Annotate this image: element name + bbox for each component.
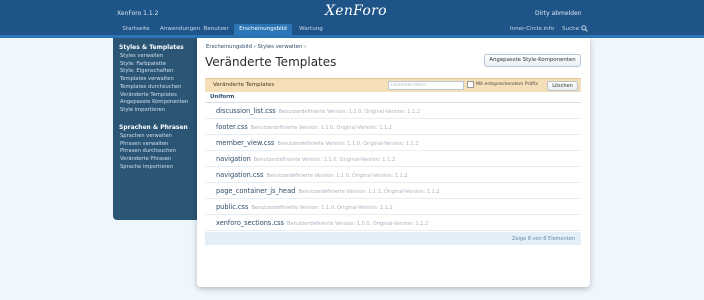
clear-button[interactable]: Löschen: [547, 81, 578, 91]
template-row[interactable]: member_view.css Benutzerdefinierte Versio…: [205, 135, 581, 151]
template-link[interactable]: navigation.css Benutzerdefinierte Version…: [216, 171, 408, 179]
template-name: member_view.css: [216, 139, 275, 147]
template-link[interactable]: page_container_js_head Benutzerdefinierte…: [216, 187, 440, 195]
tab-benutzer[interactable]: Benutzer: [198, 24, 234, 35]
template-row[interactable]: discussion_list.css Benutzerdefinierte Ve…: [205, 103, 581, 119]
sidebar-item-sprachen-verwalten[interactable]: Sprachen verwalten: [120, 133, 172, 141]
template-row[interactable]: navigation.css Benutzerdefinierte Version…: [205, 167, 581, 183]
prefix-checkbox[interactable]: [467, 81, 474, 88]
search-icon: [581, 25, 589, 32]
template-link[interactable]: member_view.css Benutzerdefinierte Versio…: [216, 139, 419, 147]
filter-input[interactable]: [388, 81, 464, 90]
template-name: navigation: [216, 155, 251, 163]
custom-components-button[interactable]: Angepasste Style-Komponenten: [484, 54, 581, 67]
template-name: page_container_js_head: [216, 187, 296, 195]
sidebar-item-phrasen-durchsuchen[interactable]: Phrasen durchsuchen: [120, 148, 176, 156]
xenforo-logo[interactable]: XenForo: [325, 3, 387, 19]
template-link[interactable]: discussion_list.css Benutzerdefinierte Ve…: [216, 107, 420, 115]
sidebar-item-style-importieren[interactable]: Style importieren: [120, 107, 165, 115]
sidebar-item-angepasste-komponenten[interactable]: Angepasste Komponenten: [120, 99, 188, 107]
template-link[interactable]: xenforo_sections.css Benutzerdefinierte V…: [216, 219, 428, 227]
sidebar-item-veraenderte-phrasen[interactable]: Veränderte Phrasen: [120, 156, 171, 164]
main-content: Erscheinungsbild › Styles verwalten › Ve…: [197, 38, 590, 287]
template-row[interactable]: public.css Benutzerdefinierte Version: 1.…: [205, 199, 581, 215]
sidebar-item-farbpalette[interactable]: Style: Farbpalette: [120, 61, 166, 69]
template-version-meta: Benutzerdefinierte Version: 1.1.0, Origi…: [253, 157, 396, 163]
sidebar-item-templates-verwalten[interactable]: Templates verwalten: [120, 76, 174, 84]
template-name: discussion_list.css: [216, 107, 276, 115]
style-group-label: Uniform: [210, 94, 235, 100]
template-version-meta: Benutzerdefinierte Version: 1.1.0, Origi…: [250, 125, 392, 131]
template-link[interactable]: footer.css Benutzerdefinierte Version: 1.…: [216, 123, 392, 131]
sidebar-item-templates-durchsuchen[interactable]: Templates durchsuchen: [120, 84, 181, 92]
logout-link[interactable]: Dirty abmelden: [535, 10, 582, 17]
header-bar: XenForo 1.1.2 XenForo Dirty abmelden Sta…: [0, 0, 704, 35]
sidebar-item-styles-verwalten[interactable]: Styles verwalten: [120, 53, 163, 61]
template-row[interactable]: xenforo_sections.css Benutzerdefinierte V…: [205, 215, 581, 231]
tab-anwendungen[interactable]: Anwendungen: [160, 24, 200, 35]
tab-startseite[interactable]: Startseite: [117, 24, 155, 35]
template-row[interactable]: page_container_js_head Benutzerdefinierte…: [205, 183, 581, 199]
template-version-meta: Benutzerdefinierte Version: 1.1.0, Origi…: [277, 141, 419, 147]
search-link[interactable]: Suche: [562, 24, 589, 35]
template-version-meta: Benutzerdefinierte Version: 1.0.0, Origi…: [286, 221, 429, 227]
search-label: Suche: [562, 26, 580, 32]
page-title: Veränderte Templates: [205, 55, 337, 69]
template-version-meta: Benutzerdefinierte Version: 1.1.0, Origi…: [251, 205, 393, 211]
version-label[interactable]: XenForo 1.1.2: [117, 10, 158, 17]
sidebar-heading-sprachen: Sprachen & Phrasen: [119, 124, 188, 131]
template-name: public.css: [216, 203, 249, 211]
template-version-meta: Benutzerdefinierte Version: 1.1.1, Origi…: [298, 189, 440, 195]
tab-wartung[interactable]: Wartung: [294, 24, 328, 35]
template-name: footer.css: [216, 123, 248, 131]
prefix-label: Mit entsprechendem Präfix: [476, 82, 538, 87]
breadcrumb-styles-verwalten[interactable]: Styles verwalten ›: [258, 44, 307, 50]
template-version-meta: Benutzerdefinierte Version: 1.1.0, Origi…: [266, 173, 408, 179]
sidebar: Styles & Templates Styles verwalten Styl…: [113, 38, 200, 220]
template-name: xenforo_sections.css: [216, 219, 284, 227]
breadcrumb-erscheinungsbild[interactable]: Erscheinungsbild ›: [206, 44, 256, 50]
template-name: navigation.css: [216, 171, 264, 179]
template-version-meta: Benutzerdefinierte Version: 1.1.0, Origi…: [278, 109, 420, 115]
breadcrumb: Erscheinungsbild › Styles verwalten ›: [206, 44, 306, 50]
tab-erscheinungsbild[interactable]: Erscheinungsbild: [234, 24, 292, 35]
list-title: Veränderte Templates: [213, 82, 275, 88]
list-footer: Zeige 8 von 8 Elementen: [205, 232, 581, 245]
sidebar-heading-styles: Styles & Templates: [119, 44, 184, 51]
template-row[interactable]: footer.css Benutzerdefinierte Version: 1.…: [205, 119, 581, 135]
tab-bar: Startseite Anwendungen Benutzer Erschein…: [0, 24, 704, 35]
sidebar-item-veraenderte-templates[interactable]: Veränderte Templates: [120, 92, 177, 100]
item-count: Zeige 8 von 8 Elementen: [512, 236, 575, 242]
sidebar-item-eigenschaften[interactable]: Style: Eigenschaften: [120, 68, 173, 76]
sidebar-item-sprache-importieren[interactable]: Sprache importieren: [120, 164, 173, 172]
template-row[interactable]: navigation Benutzerdefinierte Version: 1.…: [205, 151, 581, 167]
sidebar-item-phrasen-verwalten[interactable]: Phrasen verwalten: [120, 141, 168, 149]
list-header: Veränderte Templates Mit entsprechendem …: [205, 78, 581, 92]
template-link[interactable]: public.css Benutzerdefinierte Version: 1.…: [216, 203, 393, 211]
template-link[interactable]: navigation Benutzerdefinierte Version: 1.…: [216, 155, 395, 163]
site-link[interactable]: Inner-Circle.info: [510, 24, 554, 35]
